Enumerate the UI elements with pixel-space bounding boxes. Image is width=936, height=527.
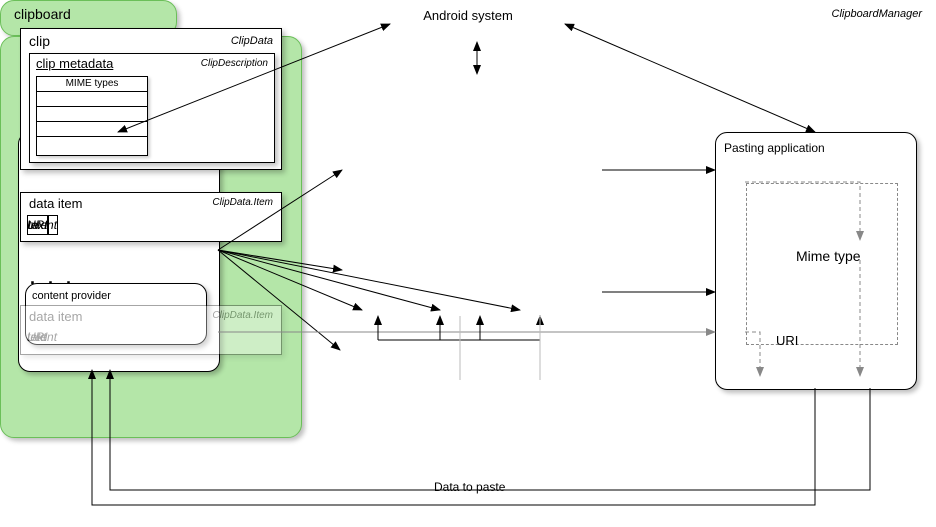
clip-class: ClipData [231, 35, 273, 47]
data-item-1-box: data item ClipData.Item text URI Intent [20, 192, 282, 242]
data-item-1-class: ClipData.Item [212, 197, 273, 208]
clipboard-class: ClipboardManager [832, 8, 923, 20]
pasting-inner-dashed [746, 183, 898, 345]
pasting-app-box: Pasting application Mime type URI [715, 132, 917, 390]
data-item-2-class: ClipData.Item [212, 310, 273, 321]
data-to-paste-label: Data to paste [430, 480, 509, 494]
content-provider-label: content provider [32, 290, 111, 302]
mime-type-label: Mime type [796, 248, 861, 264]
clipboard-box: clipboard ClipboardManager clip ClipData… [0, 36, 302, 438]
data-item-2-title: data item [29, 309, 82, 324]
mime-row [37, 122, 147, 137]
clip-title: clip [29, 33, 50, 49]
mime-row [37, 107, 147, 122]
clip-box: clip ClipData clip metadata ClipDescript… [20, 28, 282, 170]
mime-row [37, 92, 147, 107]
mime-types-table: MIME types [36, 76, 148, 156]
clip-metadata-class: ClipDescription [201, 58, 268, 69]
pasting-app-label: Pasting application [724, 141, 825, 155]
clip-metadata-title: clip metadata [36, 56, 113, 71]
diagram-canvas: Android system Copying application conte… [0, 0, 936, 527]
clipboard-title: clipboard [14, 6, 71, 22]
item2-intent-cell: Intent [27, 328, 57, 346]
data-item-1-title: data item [29, 196, 82, 211]
data-item-2-box: data item ClipData.Item text URI Intent [20, 305, 282, 355]
clip-metadata-box: clip metadata ClipDescription MIME types [29, 53, 275, 163]
mime-row [37, 137, 147, 151]
android-system-label: Android system [0, 8, 936, 23]
mime-header: MIME types [37, 77, 147, 92]
item1-intent-cell: Intent [27, 215, 58, 235]
uri-label: URI [776, 333, 798, 348]
ellipsis: . . . [30, 268, 75, 289]
